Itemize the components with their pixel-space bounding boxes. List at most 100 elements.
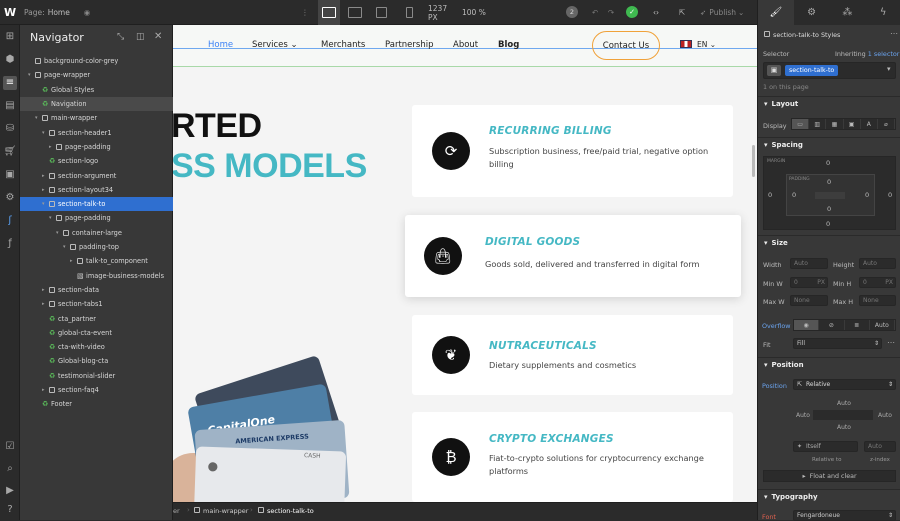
nav-home-link[interactable]: Home: [208, 40, 233, 50]
navigator-item[interactable]: ▾ main-wrapper: [20, 111, 173, 125]
dropdown-arrow-icon[interactable]: ▾: [887, 65, 891, 73]
interactions-bolt-icon[interactable]: ϟ: [865, 0, 900, 25]
site-navbar[interactable]: Home Services ⌄ Merchants Partnership Ab…: [173, 25, 757, 67]
navigator-item[interactable]: ▸ page-padding: [20, 140, 173, 154]
overflow-scroll-icon[interactable]: ≣: [845, 320, 870, 330]
nav-services-link[interactable]: Services ⌄: [252, 40, 298, 50]
typography-section-header[interactable]: ▾ Typography: [758, 489, 900, 504]
collapse-all-icon[interactable]: ⤡: [117, 32, 124, 42]
caret-down-icon[interactable]: ▾: [35, 115, 42, 121]
min-height-input[interactable]: 0 PX: [859, 277, 896, 288]
overflow-visible-icon[interactable]: ◉: [794, 320, 820, 330]
navigator-item[interactable]: ♻ Global Styles: [20, 83, 173, 97]
style-brush-icon[interactable]: 🖌︎: [758, 0, 794, 25]
navigator-item[interactable]: ▸ section-tabs1: [20, 297, 173, 311]
search-icon[interactable]: ⌕: [3, 462, 17, 476]
breadcrumb-item[interactable]: er: [173, 507, 180, 515]
caret-down-icon[interactable]: ▾: [56, 230, 63, 236]
overflow-hidden-icon[interactable]: ⊘: [819, 320, 845, 330]
canvas-width[interactable]: 1237 PX: [428, 0, 458, 25]
position-select[interactable]: ⇱ Relative ⇕: [793, 379, 896, 390]
collaborators-badge[interactable]: 2: [566, 6, 578, 18]
publish-button[interactable]: ➶ Publish ⌄: [700, 0, 754, 25]
selector-field[interactable]: ▣ section-talk-to ▾: [763, 62, 896, 79]
margin-bottom-value[interactable]: 0: [826, 220, 830, 228]
nav-about-link[interactable]: About: [453, 40, 478, 50]
display-none-icon[interactable]: ⌀: [878, 119, 896, 129]
spacing-section-header[interactable]: ▾ Spacing: [758, 137, 900, 152]
caret-right-icon[interactable]: ▸: [49, 144, 56, 150]
undo-icon[interactable]: ↶: [590, 0, 600, 25]
breadcrumb-item-section-talk-to[interactable]: section-talk-to: [258, 507, 314, 515]
settings-gear-icon[interactable]: ⚙: [794, 0, 830, 25]
fit-select[interactable]: Fill ⇕: [793, 338, 882, 349]
navigator-item[interactable]: ▾ section-header1: [20, 126, 173, 140]
share-icon[interactable]: ⇱: [676, 0, 688, 25]
navigator-item[interactable]: ▾ page-wrapper: [20, 68, 173, 82]
margin-left-value[interactable]: 0: [768, 191, 772, 199]
navigator-item[interactable]: ▸ talk-to_component: [20, 254, 173, 268]
navigator-item[interactable]: ♻ Footer: [20, 397, 173, 411]
help-icon[interactable]: ?: [3, 503, 17, 517]
cms-icon[interactable]: ⛁: [3, 122, 17, 136]
caret-down-icon[interactable]: ▾: [42, 130, 49, 136]
zindex-input[interactable]: Auto: [864, 441, 896, 452]
selector-count[interactable]: 1 selector: [868, 50, 900, 58]
caret-right-icon[interactable]: ▸: [42, 287, 49, 293]
caret-right-icon[interactable]: ▸: [42, 387, 49, 393]
selector-tag[interactable]: section-talk-to: [785, 65, 839, 76]
eye-icon[interactable]: ◉: [82, 0, 92, 25]
more-icon[interactable]: ⋯: [887, 338, 895, 347]
navigator-item[interactable]: ▧ image-business-models: [20, 269, 173, 283]
display-options[interactable]: ▭ ▥ ▦ ▣ A ⌀: [791, 118, 896, 130]
padding-box[interactable]: PADDING 0 0 0 0: [786, 174, 875, 216]
pages-icon[interactable]: ▤: [3, 99, 17, 113]
caret-right-icon[interactable]: ▸: [42, 301, 49, 307]
relative-to-select[interactable]: ✦ Itself: [793, 441, 858, 452]
padding-right-value[interactable]: 0: [865, 191, 869, 199]
style-manager-icon[interactable]: ⁂: [830, 0, 866, 25]
navigator-item[interactable]: background-color-grey: [20, 54, 173, 68]
display-grid-icon[interactable]: ▦: [826, 119, 844, 129]
nav-partnership-link[interactable]: Partnership: [385, 40, 433, 50]
caret-down-icon[interactable]: ▾: [28, 72, 35, 78]
more-dots-icon[interactable]: ⋮: [300, 0, 310, 25]
navigator-item[interactable]: ♻ testimonial-slider: [20, 369, 173, 383]
close-icon[interactable]: ✕: [154, 31, 162, 42]
check-icon[interactable]: ✓: [626, 6, 638, 18]
navigator-item[interactable]: ♻ global-cta-event: [20, 326, 173, 340]
redo-icon[interactable]: ↷: [606, 0, 616, 25]
navigator-item[interactable]: ♻ cta-with-video: [20, 340, 173, 354]
float-clear-toggle[interactable]: ▸ Float and clear: [763, 470, 896, 482]
settings-icon[interactable]: ⚙: [3, 191, 17, 205]
padding-top-value[interactable]: 0: [827, 178, 831, 186]
box-model-editor[interactable]: MARGIN 0 0 0 0 PADDING 0 0 0 0: [763, 156, 896, 230]
min-width-input[interactable]: 0 PX: [790, 277, 828, 288]
navigator-item[interactable]: ▸ section-layout34: [20, 183, 173, 197]
caret-down-icon[interactable]: ▾: [49, 215, 56, 221]
webflow-logo-icon[interactable]: W: [4, 0, 18, 25]
position-section-header[interactable]: ▾ Position: [758, 357, 900, 372]
overflow-options[interactable]: ◉ ⊘ ≣ Auto: [793, 319, 896, 331]
navigator-item[interactable]: ▸ section-argument: [20, 168, 173, 182]
ecommerce-icon[interactable]: 🛒︎: [3, 145, 17, 159]
offset-bottom[interactable]: Auto: [837, 424, 851, 431]
navigator-item[interactable]: ▾ padding-top: [20, 240, 173, 254]
font-select[interactable]: Fengardoneue ⇕: [793, 510, 896, 521]
layout-section-header[interactable]: ▾ Layout: [758, 96, 900, 111]
offset-left[interactable]: Auto: [796, 412, 810, 419]
video-icon[interactable]: ▶: [3, 484, 17, 498]
navigator-item[interactable]: ▸ section-faq4: [20, 383, 173, 397]
display-text-icon[interactable]: A: [861, 119, 878, 129]
nav-merchants-link[interactable]: Merchants: [321, 40, 365, 50]
offset-right[interactable]: Auto: [878, 412, 892, 419]
design-canvas[interactable]: Home Services ⌄ Merchants Partnership Ab…: [173, 25, 757, 502]
components-icon[interactable]: ⬢: [3, 53, 17, 67]
navigator-item[interactable]: ▾ section-talk-to: [20, 197, 173, 212]
mobile-button[interactable]: [402, 0, 416, 25]
navigator-item[interactable]: ♻ section-logo: [20, 154, 173, 168]
dock-icon[interactable]: ◫: [136, 32, 145, 42]
padding-bottom-value[interactable]: 0: [827, 205, 831, 213]
code-icon[interactable]: ‹›: [650, 0, 662, 25]
navigator-item[interactable]: ▾ page-padding: [20, 211, 173, 225]
